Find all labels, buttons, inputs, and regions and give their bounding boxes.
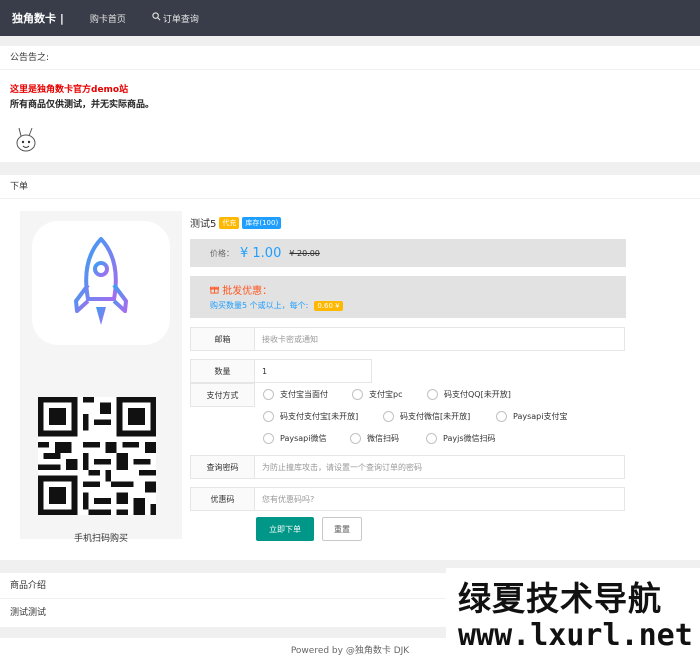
pay-option-label: Paysapi微信 [280,434,327,443]
coupon-input[interactable]: 您有优惠码吗? [255,487,625,511]
email-input[interactable]: 接收卡密或通知 [255,327,625,351]
nav-order-query-label: 订单查询 [162,14,199,25]
notice-card: 公告告之: 这里是独角数卡官方demo站 所有商品仅供测试，并无实际商品。 [0,46,700,162]
radio-icon [352,389,363,400]
bulk-discount-title-text: 批发优惠： [222,286,273,297]
radio-icon [263,433,274,444]
scan-to-buy-label: 手机扫码购买 [73,534,128,544]
bulk-discount-desc: 购买数量5 个或以上，每个: [210,301,309,310]
price-label: 价格： [210,248,234,258]
mascot-icon [14,126,38,154]
order-form: 测试5 代充 库存(100) 价格： ¥ 1.00 ¥ 20.00 批发优惠： … [190,211,630,541]
email-row: 邮箱 接收卡密或通知 [190,327,625,351]
pay-option-codepay-wechat[interactable]: 码支付微信[未开放] [383,411,470,422]
notice-title: 公告告之: [0,46,700,70]
nav-home[interactable]: 购卡首页 [90,12,126,25]
pay-option-codepay-alipay[interactable]: 码支付支付宝[未开放] [263,411,358,422]
price-box: 价格： ¥ 1.00 ¥ 20.00 [190,239,626,267]
order-card: 下单 手机扫码购买 测试5 代充 库存(100) 价格： ¥ 1.00 ¥ 20… [0,175,700,560]
pay-option-payjs-wechat[interactable]: Payjs微信扫码 [426,433,496,444]
radio-icon [427,389,438,400]
radio-icon [426,433,437,444]
query-password-label: 查询密码 [190,455,255,479]
quantity-input[interactable]: 1 [255,359,372,383]
quantity-row: 数量 1 [190,359,372,383]
pay-option-wechat-scan[interactable]: 微信扫码 [350,433,399,444]
bulk-discount-box: 批发优惠： 购买数量5 个或以上，每个: 0.60 ¥ [190,276,626,318]
pay-option-label: Payjs微信扫码 [443,434,496,443]
coupon-row: 优惠码 您有优惠码吗? [190,487,625,511]
nav-order-query[interactable]: 订单查询 [152,12,199,25]
top-navbar: 独角数卡 | 购卡首页 订单查询 [0,0,700,36]
radio-icon [350,433,361,444]
nav-home-label: 购卡首页 [89,14,126,25]
pay-option-label: 微信扫码 [367,434,399,443]
submit-order-button[interactable]: 立即下单 [256,517,314,541]
pay-option-label: Paysapi支付宝 [513,412,568,421]
pay-option-alipay-pc[interactable]: 支付宝pc [352,389,402,400]
brand-logo[interactable]: 独角数卡 | [12,10,64,26]
product-title-row: 测试5 代充 库存(100) [190,215,282,230]
payment-method-label: 支付方式 [190,383,255,407]
search-icon [152,12,161,24]
watermark-url: www.lxurl.net [458,618,693,653]
coupon-label: 优惠码 [190,487,255,511]
badge-auto: 代充 [219,216,240,229]
query-password-row: 查询密码 为防止撞库攻击，请设置一个查询订单的密码 [190,455,625,479]
badge-stock: 库存(100) [242,216,282,229]
qr-code [38,397,156,515]
reset-button[interactable]: 重置 [322,517,362,541]
product-image-panel: 手机扫码购买 [20,211,182,544]
pay-option-label: 支付宝当面付 [280,390,328,399]
radio-icon [263,411,274,422]
pay-option-label: 码支付微信[未开放] [400,412,471,421]
pay-option-paysapi-wechat[interactable]: Paysapi微信 [263,433,326,444]
watermark: 绿夏技术导航 www.lxurl.net [446,568,700,665]
bulk-price-badge: 0.60 ¥ [314,300,343,311]
product-name: 测试5 [190,219,217,230]
bulk-discount-title: 批发优惠： [210,282,626,297]
bulk-discount-desc-row: 购买数量5 个或以上，每个: 0.60 ¥ [210,300,626,311]
pay-option-alipay-f2f[interactable]: 支付宝当面付 [263,389,328,400]
radio-icon [383,411,394,422]
price-original: ¥ 20.00 [289,248,320,258]
pay-option-label: 支付宝pc [369,390,403,399]
email-label: 邮箱 [190,327,255,351]
pay-option-qq[interactable]: 码支付QQ[未开放] [427,389,511,400]
pay-option-paysapi-alipay[interactable]: Paysapi支付宝 [496,411,567,422]
radio-icon [263,389,274,400]
order-title: 下单 [0,175,700,199]
gift-icon [210,286,222,297]
notice-line-red: 这里是独角数卡官方demo站 [10,85,129,95]
query-password-input[interactable]: 为防止撞库攻击，请设置一个查询订单的密码 [255,455,625,479]
pay-option-label: 码支付支付宝[未开放] [280,412,359,421]
price-current: ¥ 1.00 [240,245,282,261]
radio-icon [496,411,507,422]
pay-option-label: 码支付QQ[未开放] [444,390,511,399]
quantity-label: 数量 [190,359,255,383]
watermark-title: 绿夏技术导航 [458,579,662,618]
notice-line-black: 所有商品仅供测试，并无实际商品。 [10,100,155,110]
rocket-icon [32,221,170,345]
